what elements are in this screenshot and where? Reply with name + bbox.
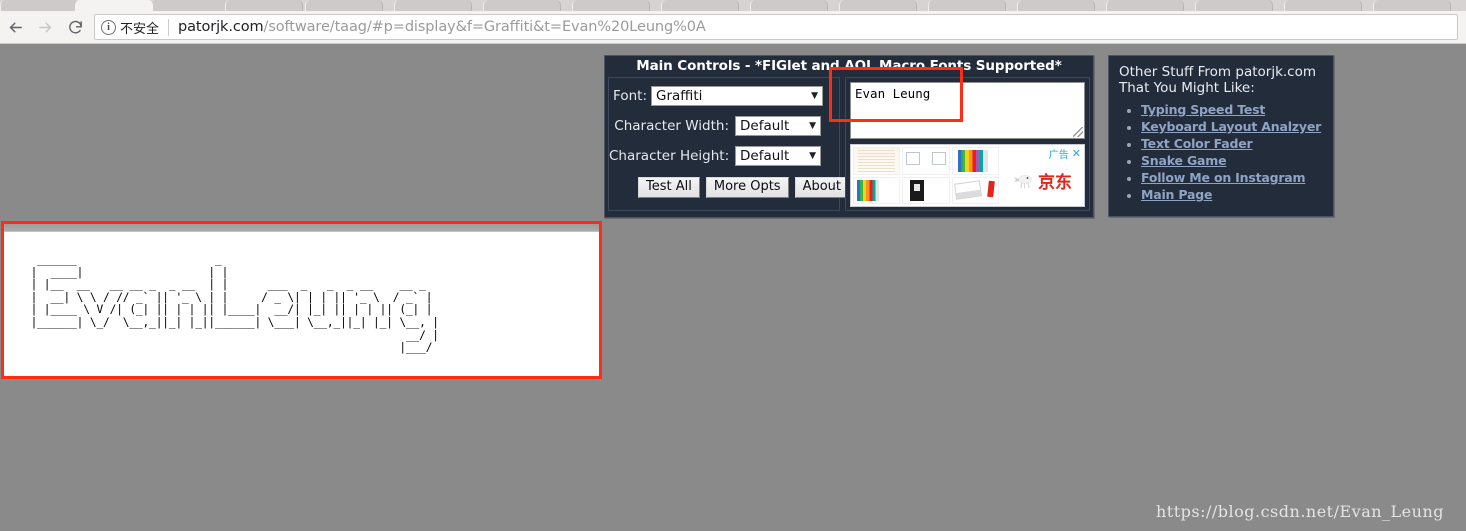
browser-tab[interactable] xyxy=(661,0,739,11)
browser-tab[interactable] xyxy=(750,0,828,11)
ad-thumbnail-image[interactable] xyxy=(902,176,950,204)
browser-tabstrip[interactable] xyxy=(0,0,1466,11)
link-snake-game[interactable]: Snake Game xyxy=(1141,153,1227,168)
main-controls-title: Main Controls - *FIGlet and AOL Macro Fo… xyxy=(636,58,1062,74)
jd-dog-logo-icon xyxy=(1014,174,1032,189)
list-item: Keyboard Layout Analzyer xyxy=(1141,119,1323,135)
list-item: Follow Me on Instagram xyxy=(1141,170,1323,186)
browser-tab[interactable] xyxy=(0,0,78,11)
font-label: Font: xyxy=(613,88,647,104)
ad-brand-area: 广告 ✕ 京东 xyxy=(1001,145,1084,206)
ascii-art-text: ______ _ | ____| | | | |__ __ __ __ _ _ … xyxy=(30,253,439,355)
browser-tab[interactable] xyxy=(1284,0,1362,11)
ad-label: 广告 xyxy=(1048,150,1069,161)
more-opts-button[interactable]: More Opts xyxy=(705,177,789,198)
font-row: Font: Graffiti ▼ xyxy=(609,84,839,108)
browser-tab[interactable] xyxy=(839,0,917,11)
list-item: Main Page xyxy=(1141,187,1323,203)
url-host: patorjk.com xyxy=(178,19,264,35)
browser-tab[interactable] xyxy=(75,0,153,11)
browser-tab[interactable] xyxy=(1195,0,1273,11)
ad-thumbnail-image[interactable] xyxy=(853,176,901,204)
link-typing-speed-test[interactable]: Typing Speed Test xyxy=(1141,102,1265,117)
jd-brand: 京东 xyxy=(1013,168,1072,193)
jd-brand-label: 京东 xyxy=(1038,173,1072,193)
text-input-textarea[interactable]: Evan Leung xyxy=(850,82,1085,139)
character-width-value: Default xyxy=(740,118,790,134)
ad-thumbnail-grid xyxy=(851,145,1001,206)
horizontal-scrollbar[interactable] xyxy=(4,224,599,232)
forward-arrow-icon xyxy=(30,13,60,41)
browser-tab[interactable] xyxy=(483,0,561,11)
main-controls-panel: Main Controls - *FIGlet and AOL Macro Fo… xyxy=(604,55,1094,218)
chevron-down-icon: ▼ xyxy=(809,151,816,161)
browser-tab[interactable] xyxy=(1017,0,1095,11)
other-stuff-title: Other Stuff From patorjk.com That You Mi… xyxy=(1119,64,1317,96)
ascii-output-area[interactable]: ______ _ | ____| | | | |__ __ __ __ _ _ … xyxy=(3,223,600,377)
font-select[interactable]: Graffiti ▼ xyxy=(651,86,823,106)
other-stuff-panel: Other Stuff From patorjk.com That You Mi… xyxy=(1108,55,1334,217)
controls-button-row: Test All More Opts About xyxy=(609,177,850,198)
close-icon[interactable]: ✕ xyxy=(1072,147,1081,160)
character-width-label: Character Width: xyxy=(614,118,729,134)
omnibox-divider xyxy=(168,18,170,36)
url-path: /software/taag/#p=display&f=Graffiti&t=E… xyxy=(263,19,706,35)
site-info-icon[interactable]: i xyxy=(101,19,116,35)
link-follow-me-on-instagram[interactable]: Follow Me on Instagram xyxy=(1141,170,1306,185)
browser-chrome: i 不安全 patorjk.com/software/taag/#p=displ… xyxy=(0,0,1466,44)
list-item: Snake Game xyxy=(1141,153,1323,169)
ad-thumbnail-image[interactable] xyxy=(951,147,999,175)
reload-icon[interactable] xyxy=(60,13,90,41)
url-text: patorjk.com/software/taag/#p=display&f=G… xyxy=(178,19,706,35)
character-height-label: Character Height: xyxy=(609,148,730,164)
watermark-text: https://blog.csdn.net/Evan_Leung xyxy=(1155,502,1444,521)
controls-column: Font: Graffiti ▼ Character Width: Defaul… xyxy=(608,77,850,211)
list-item: Typing Speed Test xyxy=(1141,102,1323,118)
textarea-wrap: Evan Leung xyxy=(846,78,1089,139)
browser-tab[interactable] xyxy=(928,0,1006,11)
character-height-row: Character Height: Default ▼ xyxy=(609,144,839,168)
browser-tab[interactable] xyxy=(1373,0,1451,11)
browser-tab[interactable] xyxy=(225,0,303,11)
chevron-down-icon: ▼ xyxy=(809,121,816,131)
character-height-value: Default xyxy=(740,148,790,164)
resize-grip-icon[interactable] xyxy=(1073,127,1083,137)
ad-thumbnail-image[interactable] xyxy=(951,176,999,204)
browser-tab[interactable] xyxy=(305,0,383,11)
page-content: Main Controls - *FIGlet and AOL Macro Fo… xyxy=(0,44,1466,531)
ad-thumbnail-image[interactable] xyxy=(853,147,901,175)
browser-toolbar: i 不安全 patorjk.com/software/taag/#p=displ… xyxy=(0,11,1466,44)
link-text-color-fader[interactable]: Text Color Fader xyxy=(1141,136,1253,151)
address-bar[interactable]: i 不安全 patorjk.com/software/taag/#p=displ… xyxy=(94,14,1458,40)
main-controls-body: Font: Graffiti ▼ Character Width: Defaul… xyxy=(608,77,1092,214)
browser-tab[interactable] xyxy=(1106,0,1184,11)
other-stuff-link-list: Typing Speed Test Keyboard Layout Analzy… xyxy=(1119,102,1323,203)
list-item: Text Color Fader xyxy=(1141,136,1323,152)
character-width-select[interactable]: Default ▼ xyxy=(735,116,821,136)
security-status-label: 不安全 xyxy=(120,21,160,37)
about-button[interactable]: About xyxy=(794,177,850,198)
link-main-page[interactable]: Main Page xyxy=(1141,187,1212,202)
text-input-value: Evan Leung xyxy=(855,86,931,101)
browser-tab[interactable] xyxy=(394,0,472,11)
character-height-select[interactable]: Default ▼ xyxy=(735,146,821,166)
input-column: Evan Leung 广告 ✕ 京东 xyxy=(845,77,1090,211)
ad-label-and-close[interactable]: 广告 ✕ xyxy=(1049,146,1081,161)
character-width-row: Character Width: Default ▼ xyxy=(609,114,839,138)
advertisement-banner[interactable]: 广告 ✕ 京东 xyxy=(850,144,1085,207)
back-arrow-icon[interactable] xyxy=(0,13,30,41)
ad-thumbnail-image[interactable] xyxy=(902,147,950,175)
font-select-value: Graffiti xyxy=(656,88,703,104)
browser-tab[interactable] xyxy=(150,0,228,11)
chevron-down-icon: ▼ xyxy=(811,91,818,101)
link-keyboard-layout-analzyer[interactable]: Keyboard Layout Analzyer xyxy=(1141,119,1321,134)
test-all-button[interactable]: Test All xyxy=(638,177,700,198)
browser-tab[interactable] xyxy=(572,0,650,11)
